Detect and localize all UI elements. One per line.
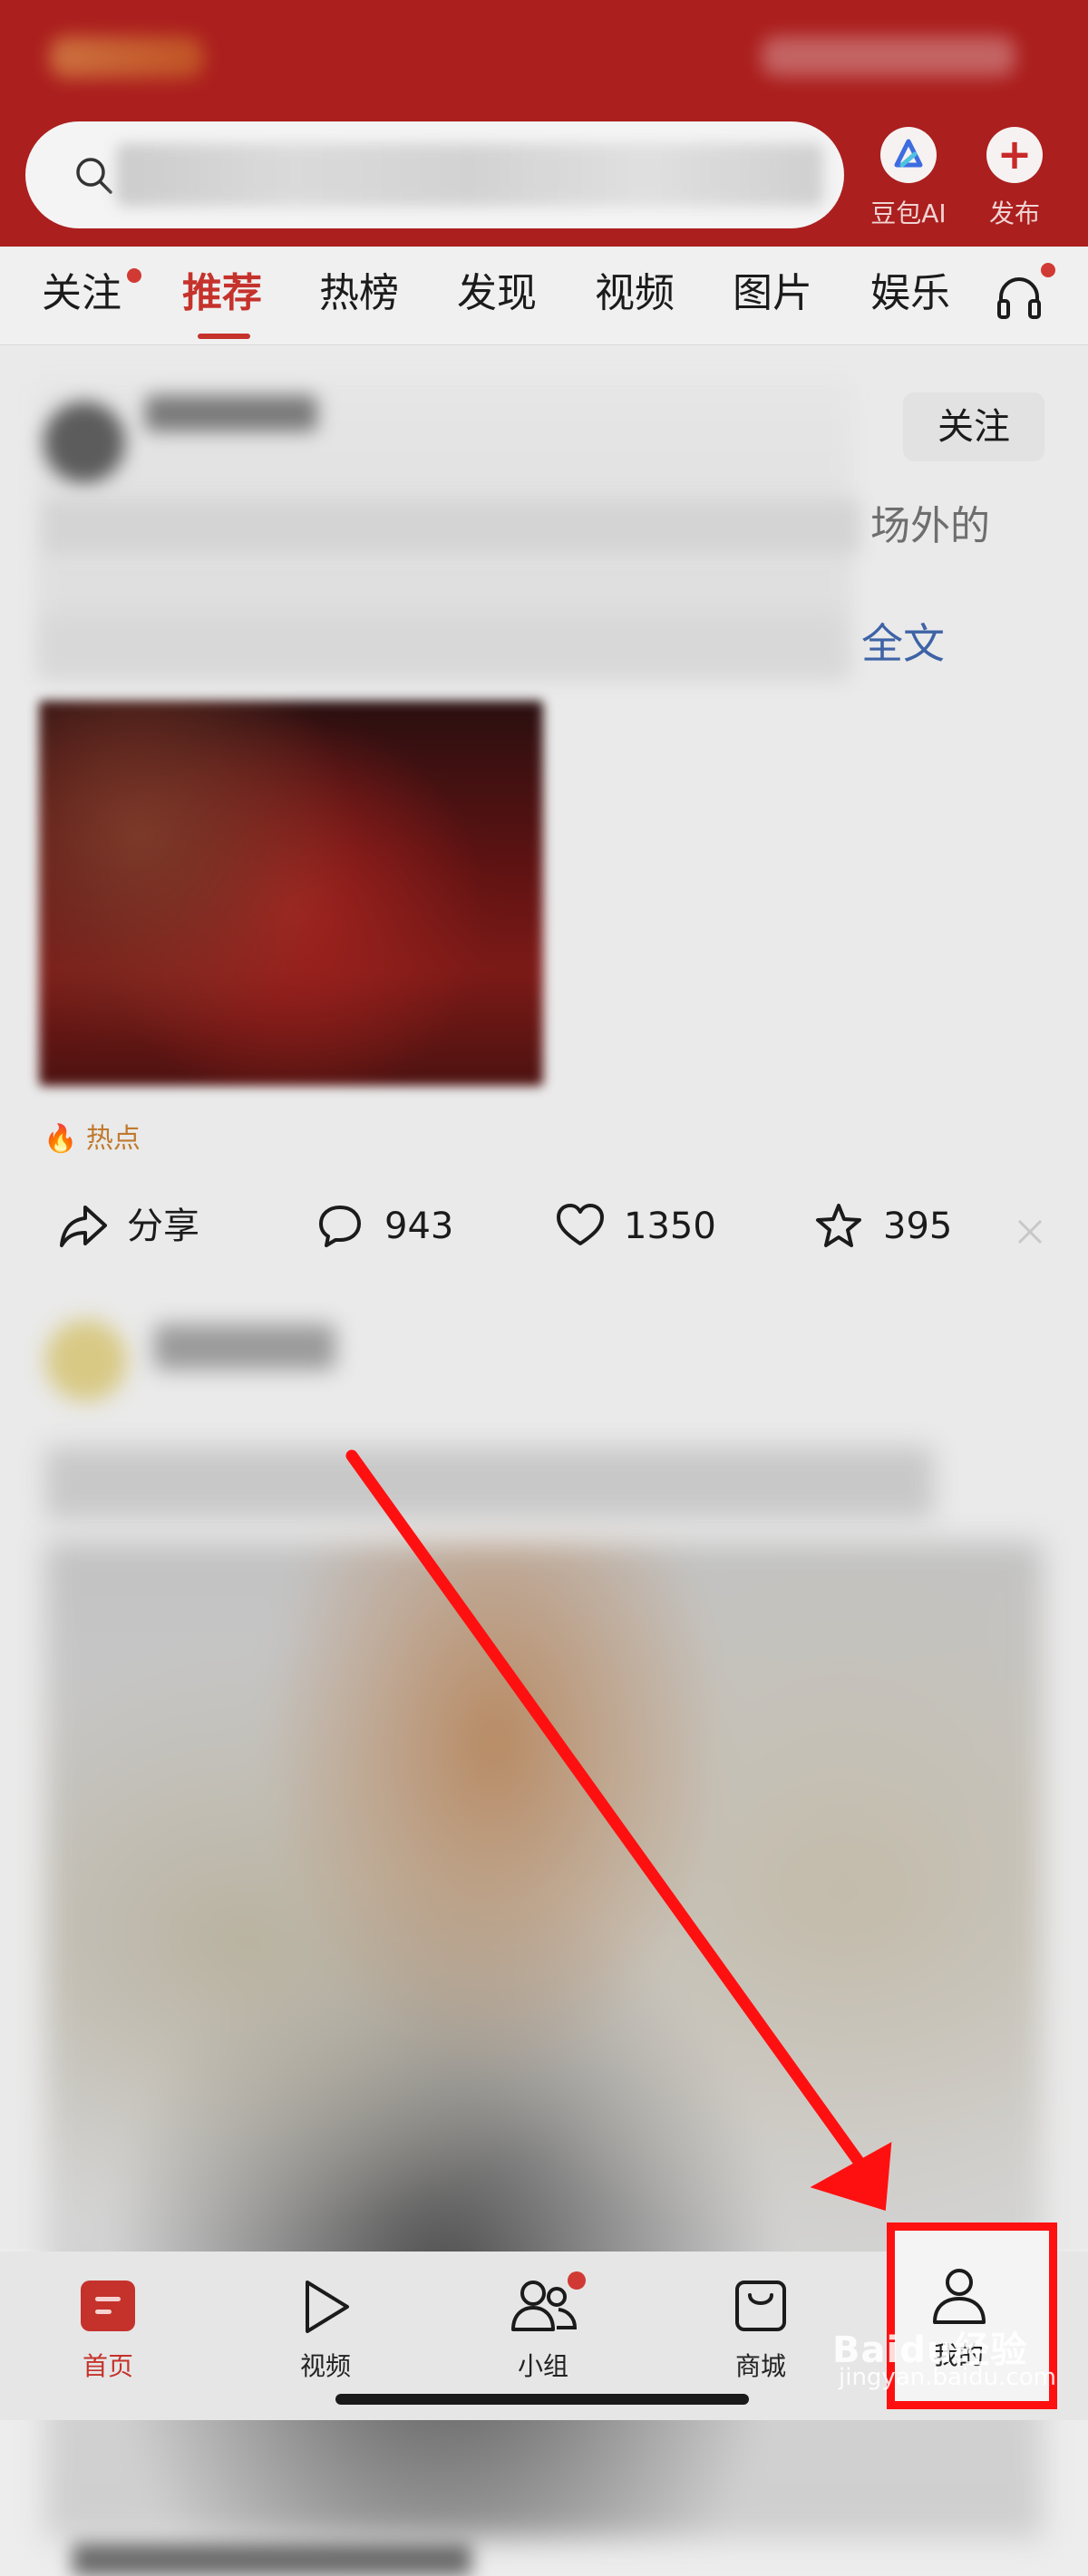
nav-mall[interactable]: 商城 [693,2261,829,2397]
post-text-blurred-2 [44,617,841,672]
share-label: 分享 [127,1206,199,1247]
favorite-count: 395 [883,1206,953,1247]
tab-follow[interactable]: 关注 [42,266,121,321]
nav-group-label: 小组 [517,2351,568,2381]
nav-video-label: 视频 [299,2351,351,2381]
play-icon [306,2281,349,2333]
nav-home[interactable]: 首页 [40,2261,176,2397]
headphones-badge [1041,263,1055,277]
nav-mall-label: 商城 [734,2351,786,2381]
author-name-blurred [145,395,317,431]
star-icon [816,1204,861,1247]
avatar-2[interactable] [45,1320,127,1401]
author-name-blurred-2 [154,1324,335,1370]
doubao-icon [880,127,937,183]
doubao-label: 豆包AI [870,199,947,228]
read-full-text-link[interactable]: 全文 [861,611,945,671]
search-input[interactable] [25,121,844,228]
like-count: 1350 [624,1206,716,1247]
group-badge [568,2271,586,2290]
channel-tab-bar: 关注 推荐 热榜 发现 视频 图片 娱乐 [0,247,1088,345]
top-header: 豆包AI + 发布 [0,0,1088,247]
close-icon[interactable] [1015,1217,1044,1246]
person-icon [933,2269,986,2324]
search-icon [76,158,112,194]
post-text-blurred-3 [45,1447,934,1519]
tab-pictures[interactable]: 图片 [733,266,812,321]
hot-tag-label: 热点 [85,1123,141,1155]
hot-tag[interactable]: 🔥 热点 [44,1116,141,1156]
comment-count: 943 [384,1206,454,1247]
tab-follow-badge [127,268,141,283]
active-tab-indicator [198,334,250,339]
doubao-ai-button[interactable]: 豆包AI [859,123,958,232]
follow-button[interactable]: 关注 [903,392,1044,461]
home-indicator [335,2394,749,2405]
publish-label: 发布 [988,199,1040,228]
flame-icon: 🔥 [44,1123,78,1155]
post-image[interactable] [39,701,543,1086]
heart-icon [557,1204,604,1245]
bag-icon [735,2281,786,2331]
post-caption-blurred [73,2543,471,2576]
publish-button[interactable]: + 发布 [965,123,1064,232]
post-action-bar: 分享 943 1350 395 [0,1172,1088,1281]
avatar[interactable] [44,402,125,483]
baidu-jingyan-url: jingyan.baidu.com [839,2364,1056,2391]
nav-group[interactable]: 小组 [475,2261,611,2397]
share-icon [60,1206,107,1247]
status-bar-indicators [762,36,1015,76]
nav-home-label: 首页 [82,2351,133,2381]
tab-entertainment[interactable]: 娱乐 [870,266,950,321]
tab-hot-list[interactable]: 热榜 [319,266,399,321]
tab-discover[interactable]: 发现 [457,266,537,321]
group-icon [511,2281,578,2331]
comment-icon [319,1206,361,1247]
post-text-tail: 场外的 [870,503,990,549]
headphones-icon[interactable] [996,272,1043,323]
home-icon [81,2281,135,2331]
post-text-blurred [44,499,860,554]
status-bar-time [50,36,204,78]
feed: 关注 场外的 全文 🔥 热点 分享 943 1350 395 [0,345,1088,2576]
nav-video[interactable]: 视频 [257,2261,393,2397]
plus-icon: + [996,130,1033,179]
search-placeholder-blurred [116,143,823,207]
tab-recommend[interactable]: 推荐 [182,266,262,321]
tab-video[interactable]: 视频 [595,266,675,321]
